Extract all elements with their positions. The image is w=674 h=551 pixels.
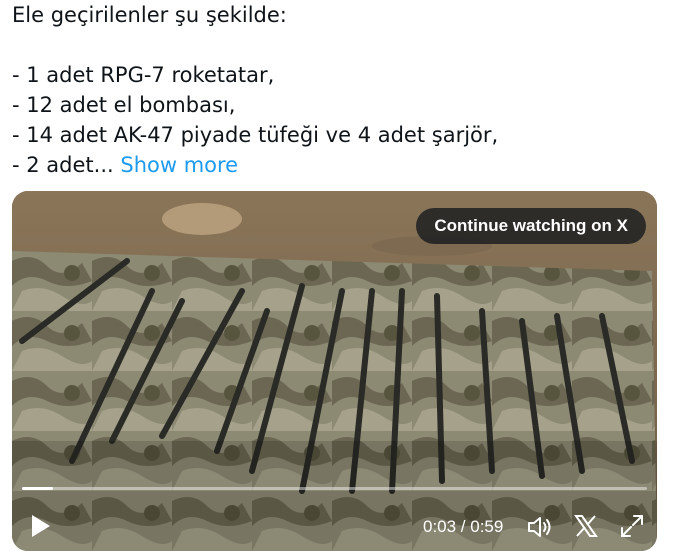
tweet-line-truncated: - 2 adet... Show more (12, 150, 662, 180)
x-logo-icon (574, 515, 598, 537)
video-player[interactable]: Continue watching on X 0:03 / 0:59 (12, 191, 657, 551)
volume-button[interactable] (526, 513, 554, 541)
tweet-line-item: - 1 adet RPG-7 roketatar, (12, 63, 275, 87)
show-more-link[interactable]: Show more (120, 153, 238, 177)
play-icon (32, 515, 50, 537)
time-display: 0:03 / 0:59 (423, 517, 504, 536)
tweet-line-item: - 12 adet el bombası, (12, 93, 236, 117)
fullscreen-button[interactable] (618, 512, 646, 540)
play-button[interactable] (30, 513, 52, 539)
continue-watching-button[interactable]: Continue watching on X (416, 208, 646, 244)
tweet-text: Ele geçirilenler şu şekilde: - 1 adet RP… (12, 0, 662, 180)
speaker-icon (528, 517, 551, 537)
tweet-line-item: - 14 adet AK-47 piyade tüfeği ve 4 adet … (12, 123, 499, 147)
progress-bar[interactable] (22, 487, 647, 490)
video-frame (12, 191, 657, 551)
progress-fill (22, 487, 54, 490)
truncated-text: - 2 adet... (12, 153, 114, 177)
tweet-line-intro: Ele geçirilenler şu şekilde: (12, 3, 287, 27)
expand-icon (621, 515, 643, 537)
x-logo-button[interactable] (572, 512, 600, 540)
video-controls: 0:03 / 0:59 (12, 507, 657, 547)
